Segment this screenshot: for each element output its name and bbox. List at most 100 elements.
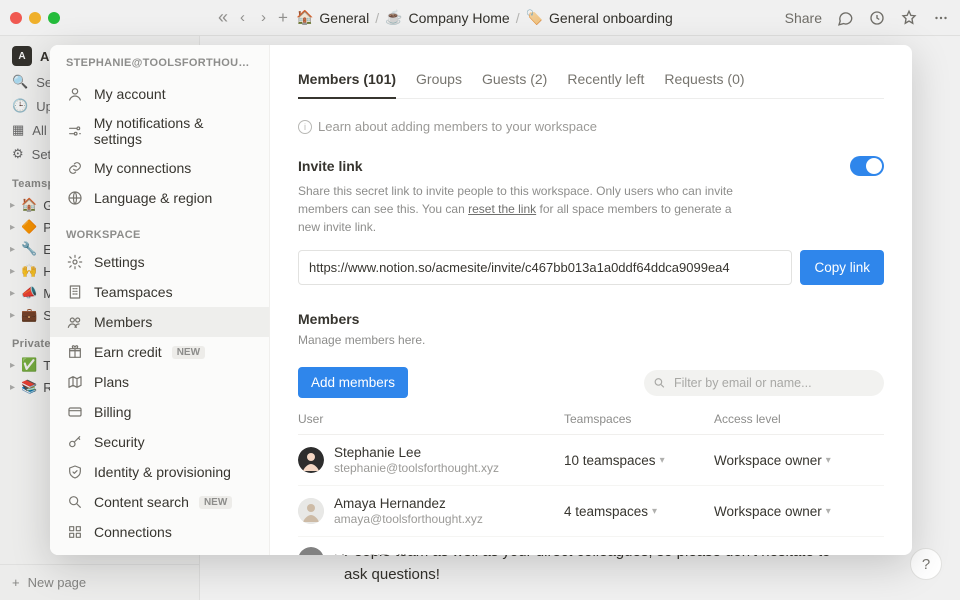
sidebar-item-label: Audit log <box>94 554 148 555</box>
sidebar-item-label: Billing <box>94 404 131 420</box>
settings-content: Members (101) Groups Guests (2) Recently le… <box>270 45 912 555</box>
avatar <box>298 498 324 524</box>
sidebar-item-label: Members <box>94 314 152 330</box>
member-name: Amaya Hernandez <box>334 496 483 512</box>
member-name: Stephanie Lee <box>334 445 499 461</box>
invite-link-title: Invite link <box>298 158 363 174</box>
member-row: Stephanie Lee stephanie@toolsforthought.… <box>298 435 884 486</box>
gift-icon <box>66 343 84 361</box>
members-description: Manage members here. <box>298 331 738 349</box>
members-table: User Teamspaces Access level Stephanie L… <box>298 412 884 555</box>
settings-sidebar: STEPHANIE@TOOLSFORTHOUGHT.… My account My… <box>50 45 270 555</box>
tab[interactable]: Members (101) <box>298 65 396 99</box>
info-icon: i <box>298 120 312 134</box>
maximize-window-icon[interactable] <box>48 12 60 24</box>
list-icon <box>66 553 84 555</box>
avatar <box>298 547 324 555</box>
member-access-dropdown[interactable]: Workspace owner▾ <box>714 453 884 468</box>
sidebar-section-workspace: WORKSPACE <box>50 213 269 247</box>
settings-modal: STEPHANIE@TOOLSFORTHOUGHT.… My account My… <box>50 45 912 555</box>
member-access-dropdown[interactable]: Workspace owner▾ <box>714 504 884 519</box>
members-filter-input[interactable] <box>644 370 884 396</box>
invite-link-toggle[interactable] <box>850 156 884 176</box>
close-window-icon[interactable] <box>10 12 22 24</box>
breadcrumb-label: General onboarding <box>549 10 673 26</box>
nav-back-icon[interactable]: ‹ <box>236 7 249 28</box>
account-email: STEPHANIE@TOOLSFORTHOUGHT.… <box>50 57 269 79</box>
tab[interactable]: Guests (2) <box>482 65 547 98</box>
sidebar-item-label: My notifications & settings <box>94 115 253 147</box>
help-button[interactable]: ? <box>910 548 942 580</box>
col-user: User <box>298 412 554 426</box>
breadcrumb-emoji: 🏠 <box>296 9 313 26</box>
sidebar-item-earn-credit[interactable]: Earn creditNEW <box>50 337 269 367</box>
invite-link-input[interactable]: https://www.notion.so/acmesite/invite/c4… <box>298 250 792 285</box>
workspace-avatar: A <box>12 46 32 66</box>
comments-icon[interactable] <box>836 9 854 27</box>
share-button[interactable]: Share <box>785 10 822 26</box>
sidebar-item-label: Settings <box>94 254 145 270</box>
members-tabs: Members (101) Groups Guests (2) Recently le… <box>298 65 884 99</box>
members-title: Members <box>298 311 884 327</box>
sidebar-item-label: My account <box>94 86 166 102</box>
copy-link-button[interactable]: Copy link <box>800 250 884 285</box>
sidebar-item-label: Teamspaces <box>94 284 173 300</box>
invite-link-description: Share this secret link to invite people … <box>298 182 738 236</box>
tab[interactable]: Groups <box>416 65 462 98</box>
building-icon <box>66 283 84 301</box>
learn-link[interactable]: i Learn about adding members to your wor… <box>298 119 884 134</box>
new-badge: NEW <box>172 346 205 359</box>
sidebar-item-connections[interactable]: Connections <box>50 517 269 547</box>
breadcrumb-emoji: ☕ <box>385 9 402 26</box>
favorite-icon[interactable] <box>900 9 918 27</box>
member-name: Liam O'Reilly <box>334 552 413 555</box>
sidebar-item-security[interactable]: Security <box>50 427 269 457</box>
member-teamspaces-dropdown[interactable]: 4 teamspaces▾ <box>564 504 704 519</box>
collapse-sidebar-icon[interactable]: « <box>218 7 228 28</box>
search-icon <box>653 376 666 389</box>
add-members-button[interactable]: Add members <box>298 367 408 398</box>
tab[interactable]: Recently left <box>567 65 644 98</box>
member-teamspaces-dropdown[interactable]: 10 teamspaces▾ <box>564 453 704 468</box>
sidebar-item-language[interactable]: Language & region <box>50 183 269 213</box>
new-tab-icon[interactable]: + <box>278 8 288 28</box>
chevron-down-icon: ▾ <box>652 506 657 517</box>
sidebar-item-billing[interactable]: Billing <box>50 397 269 427</box>
updates-icon[interactable] <box>868 9 886 27</box>
new-page-button[interactable]: + New page <box>0 564 199 600</box>
nav-forward-icon[interactable]: › <box>257 7 270 28</box>
sidebar-item-label: Language & region <box>94 190 212 206</box>
col-access: Access level <box>714 412 884 426</box>
sidebar-item-notifications[interactable]: My notifications & settings <box>50 109 269 153</box>
search-icon <box>66 493 84 511</box>
sidebar-item-audit-log[interactable]: Audit log <box>50 547 269 555</box>
sidebar-item-label: My connections <box>94 160 191 176</box>
minimize-window-icon[interactable] <box>29 12 41 24</box>
sidebar-item-my-account[interactable]: My account <box>50 79 269 109</box>
sidebar-item-identity[interactable]: Identity & provisioning <box>50 457 269 487</box>
card-icon <box>66 403 84 421</box>
breadcrumb-emoji: 🏷️ <box>526 9 543 26</box>
breadcrumb[interactable]: 🏠 General / ☕ Company Home / 🏷️ General … <box>296 9 673 26</box>
sidebar-item-label: Plans <box>94 374 129 390</box>
link-icon <box>66 159 84 177</box>
breadcrumb-label: Company Home <box>409 10 510 26</box>
sidebar-item-members[interactable]: Members <box>50 307 269 337</box>
sidebar-item-content-search[interactable]: Content searchNEW <box>50 487 269 517</box>
sidebar-item-label: Identity & provisioning <box>94 464 231 480</box>
sidebar-item-label: Connections <box>94 524 172 540</box>
member-row: Liam O'Reilly <box>298 537 884 555</box>
tab[interactable]: Requests (0) <box>664 65 744 98</box>
more-icon[interactable] <box>932 9 950 27</box>
sidebar-item-teamspaces[interactable]: Teamspaces <box>50 277 269 307</box>
sidebar-item-connections-mine[interactable]: My connections <box>50 153 269 183</box>
sidebar-item-settings[interactable]: Settings <box>50 247 269 277</box>
avatar <box>298 447 324 473</box>
reset-link[interactable]: reset the link <box>468 202 536 216</box>
user-icon <box>66 85 84 103</box>
people-icon <box>66 313 84 331</box>
globe-icon <box>66 189 84 207</box>
sidebar-item-plans[interactable]: Plans <box>50 367 269 397</box>
breadcrumb-label: General <box>319 10 369 26</box>
chevron-down-icon: ▾ <box>826 455 831 466</box>
